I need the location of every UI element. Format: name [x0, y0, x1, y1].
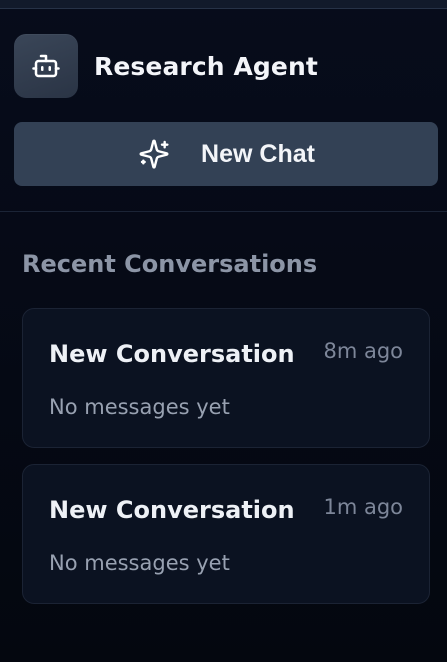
- conversation-timestamp: 1m ago: [323, 495, 403, 519]
- top-border: [0, 0, 447, 9]
- divider: [0, 211, 447, 212]
- brand-header: Research Agent: [14, 34, 318, 98]
- new-chat-button[interactable]: New Chat: [14, 122, 438, 186]
- conversation-preview: No messages yet: [49, 551, 230, 575]
- sidebar: Research Agent New Chat Recent Conversat…: [0, 0, 447, 662]
- new-chat-label: New Chat: [201, 139, 315, 168]
- recent-conversations-heading: Recent Conversations: [22, 250, 318, 278]
- conversation-list: New Conversation 8m ago No messages yet …: [22, 308, 430, 620]
- robot-icon: [14, 34, 78, 98]
- conversation-item[interactable]: New Conversation 8m ago No messages yet: [22, 308, 430, 448]
- conversation-title: New Conversation: [49, 496, 295, 524]
- conversation-item[interactable]: New Conversation 1m ago No messages yet: [22, 464, 430, 604]
- conversation-preview: No messages yet: [49, 395, 230, 419]
- conversation-title: New Conversation: [49, 340, 295, 368]
- sparkles-icon: [137, 137, 171, 171]
- app-title: Research Agent: [94, 51, 318, 81]
- conversation-timestamp: 8m ago: [323, 339, 403, 363]
